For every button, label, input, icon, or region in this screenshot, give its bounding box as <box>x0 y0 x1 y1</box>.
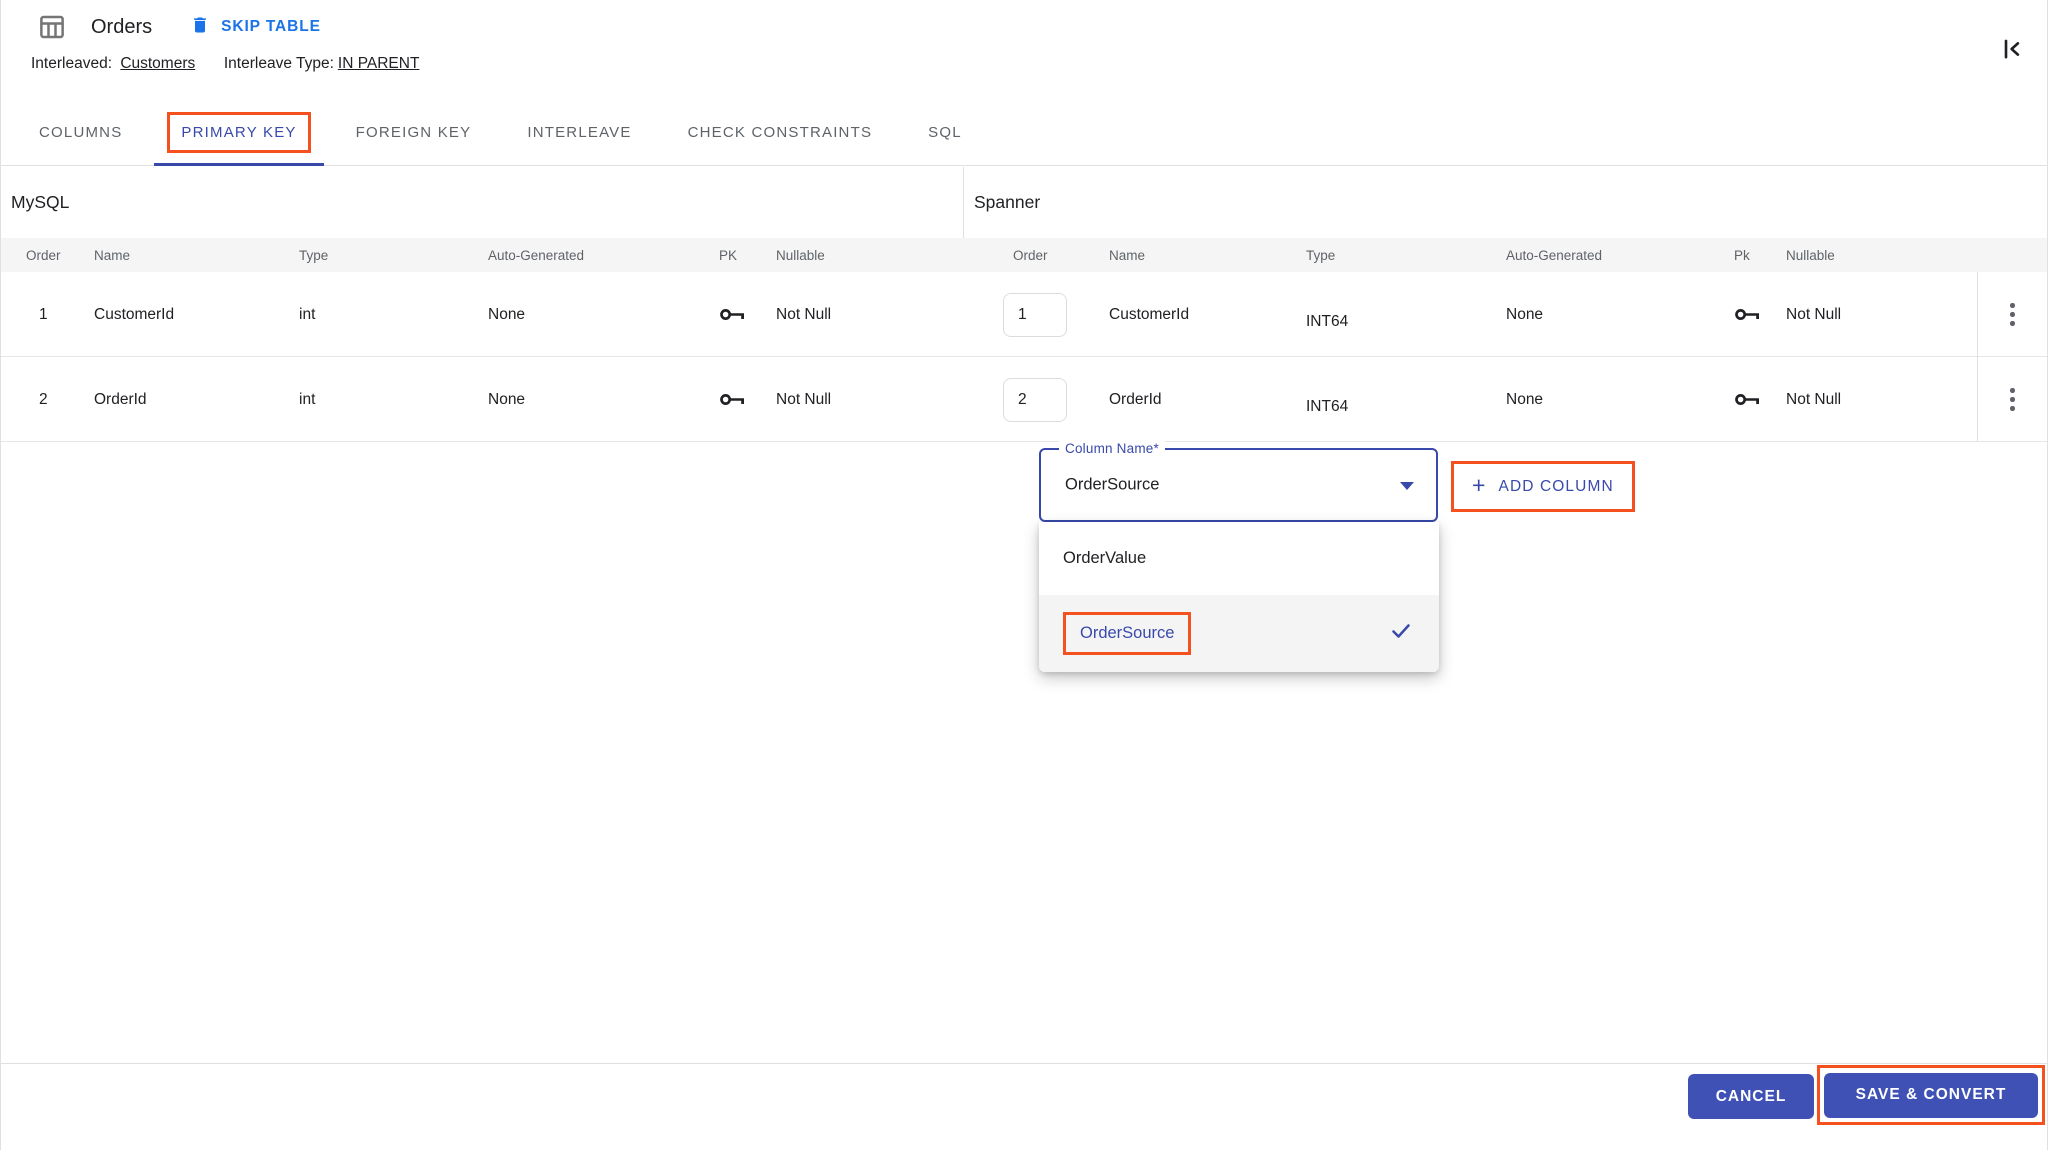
column-name-dropdown-menu: OrderValue OrderSource <box>1039 522 1439 672</box>
col-header-tgt-name: Name <box>1079 248 1286 263</box>
src-order-value: 1 <box>1 306 71 324</box>
chevron-down-icon <box>1400 482 1414 490</box>
primary-key-panel: MySQL Spanner Order Name Type Auto-Gener… <box>1 167 2047 1063</box>
tgt-nullable-value: Not Null <box>1763 306 1977 324</box>
column-name-field-label: Column Name* <box>1059 441 1165 456</box>
check-icon <box>1387 619 1415 648</box>
column-name-field-value: OrderSource <box>1065 476 1159 495</box>
tab-bar: COLUMNS PRIMARY KEY FOREIGN KEY INTERLEA… <box>1 100 2047 166</box>
cancel-button[interactable]: CANCEL <box>1688 1074 1814 1119</box>
src-name-value: CustomerId <box>71 306 276 324</box>
col-header-tgt-pk: Pk <box>1711 248 1763 263</box>
pane-titles: MySQL Spanner <box>1 167 2047 238</box>
row-menu-icon[interactable] <box>2004 382 2021 417</box>
table-header-row: Order Name Type Auto-Generated PK Nullab… <box>1 238 2047 272</box>
tgt-name-value: CustomerId <box>1079 306 1286 324</box>
tab-interleave[interactable]: INTERLEAVE <box>499 100 659 165</box>
source-pane-title: MySQL <box>1 167 964 238</box>
col-header-src-nullable: Nullable <box>753 248 964 263</box>
add-column-highlight-box: + ADD COLUMN <box>1451 461 1635 512</box>
add-column-button[interactable]: + ADD COLUMN <box>1454 464 1632 509</box>
col-header-src-autogen: Auto-Generated <box>465 248 696 263</box>
col-header-src-pk: PK <box>696 248 753 263</box>
ordersource-highlight-box: OrderSource <box>1063 612 1191 655</box>
add-column-label: ADD COLUMN <box>1499 478 1614 496</box>
col-header-src-type: Type <box>276 248 465 263</box>
key-icon <box>696 391 753 408</box>
col-header-tgt-nullable: Nullable <box>1763 248 1977 263</box>
src-nullable-value: Not Null <box>753 391 964 409</box>
footer-bar: CANCEL SAVE & CONVERT <box>1 1063 2047 1150</box>
spanner-migration-table-editor: Orders SKIP TABLE Interleaved: Customers… <box>0 0 2048 1150</box>
col-header-tgt-order: Order <box>964 248 1079 263</box>
table-row: 1 CustomerId int None Not Null CustomerI… <box>1 272 2047 357</box>
primary-key-highlight-box: PRIMARY KEY <box>167 112 310 153</box>
src-type-value: int <box>276 306 465 324</box>
src-autogen-value: None <box>465 391 696 409</box>
key-icon <box>696 306 753 323</box>
tgt-type-select[interactable]: INT64 <box>1286 313 1483 331</box>
tgt-autogen-value: None <box>1483 391 1711 409</box>
save-convert-highlight-box: SAVE & CONVERT <box>1817 1065 2045 1125</box>
tab-foreign-key[interactable]: FOREIGN KEY <box>328 100 500 165</box>
src-autogen-value: None <box>465 306 696 324</box>
src-type-value: int <box>276 391 465 409</box>
col-header-src-order: Order <box>1 248 71 263</box>
plus-icon: + <box>1472 472 1487 499</box>
col-header-tgt-type: Type <box>1286 248 1483 263</box>
skip-table-button[interactable]: SKIP TABLE <box>190 14 321 41</box>
skip-table-label: SKIP TABLE <box>221 18 321 36</box>
key-icon <box>1711 306 1763 323</box>
page-title: Orders <box>91 16 152 39</box>
src-nullable-value: Not Null <box>753 306 964 324</box>
target-order-input[interactable] <box>1003 293 1067 337</box>
key-icon <box>1711 391 1763 408</box>
col-header-src-name: Name <box>71 248 276 263</box>
tab-columns[interactable]: COLUMNS <box>11 100 150 165</box>
table-icon <box>37 12 67 42</box>
table-row: 2 OrderId int None Not Null OrderId INT6… <box>1 357 2047 442</box>
col-header-tgt-autogen: Auto-Generated <box>1483 248 1711 263</box>
interleaved-label: Interleaved: <box>31 55 112 72</box>
tab-check-constraints[interactable]: CHECK CONSTRAINTS <box>660 100 901 165</box>
menu-option-ordervalue[interactable]: OrderValue <box>1039 522 1439 595</box>
tab-primary-key[interactable]: PRIMARY KEY <box>150 100 327 165</box>
tab-sql[interactable]: SQL <box>900 100 990 165</box>
tgt-autogen-value: None <box>1483 306 1711 324</box>
tgt-type-select[interactable]: INT64 <box>1286 398 1483 416</box>
trash-icon <box>190 14 210 41</box>
tgt-nullable-value: Not Null <box>1763 391 1977 409</box>
interleave-type-value: IN PARENT <box>338 55 420 72</box>
tgt-name-value: OrderId <box>1079 391 1286 409</box>
row-menu-icon[interactable] <box>2004 297 2021 332</box>
menu-option-ordersource[interactable]: OrderSource <box>1039 595 1439 672</box>
src-name-value: OrderId <box>71 391 276 409</box>
save-convert-button[interactable]: SAVE & CONVERT <box>1824 1073 2038 1118</box>
target-order-input[interactable] <box>1003 378 1067 422</box>
column-name-select[interactable]: Column Name* OrderSource <box>1039 448 1438 522</box>
interleaved-parent-link[interactable]: Customers <box>120 55 195 72</box>
src-order-value: 2 <box>1 391 71 409</box>
header: Orders SKIP TABLE Interleaved: Customers… <box>1 0 2047 100</box>
target-pane-title: Spanner <box>964 167 2047 238</box>
interleave-info: Interleaved: Customers Interleave Type:I… <box>31 55 419 73</box>
interleave-type-label: Interleave Type: <box>224 55 334 72</box>
collapse-panel-icon[interactable] <box>1991 30 2031 70</box>
